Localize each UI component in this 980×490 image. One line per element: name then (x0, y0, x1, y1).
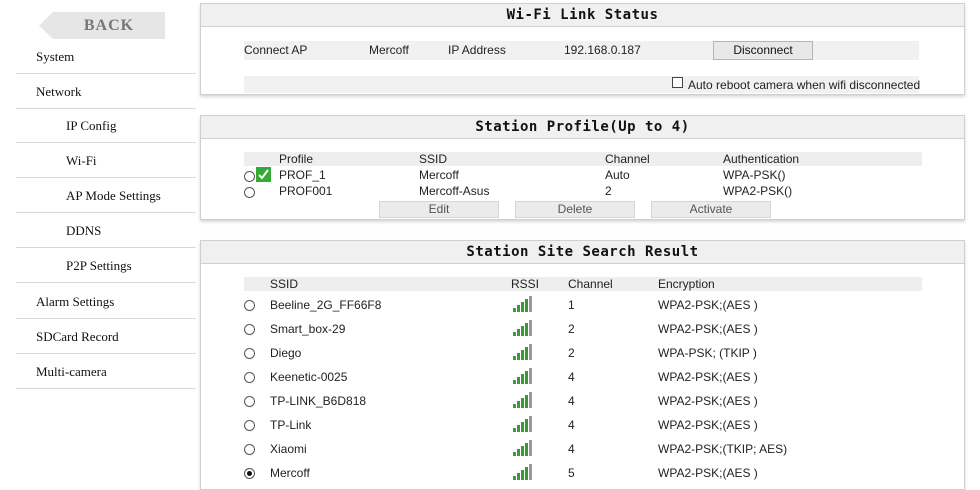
network-channel: 2 (568, 322, 575, 336)
profile-channel: 2 (605, 184, 612, 198)
sidebar-item-ddns[interactable]: DDNS (16, 214, 196, 248)
signal-strength-icon (513, 440, 535, 456)
network-ssid: TP-Link (270, 418, 312, 432)
network-channel: 1 (568, 298, 575, 312)
network-ssid: Mercoff (270, 466, 310, 480)
sidebar-item-alarm-settings[interactable]: Alarm Settings (16, 285, 196, 319)
channel-col-header: Channel (605, 152, 650, 166)
station-profile-title: Station Profile(Up to 4) (201, 116, 964, 139)
network-encryption: WPA2-PSK;(AES ) (658, 394, 758, 408)
signal-strength-icon (513, 464, 535, 480)
network-ssid: Diego (270, 346, 302, 360)
encryption-col-header: Encryption (658, 277, 715, 291)
network-ssid: TP-LINK_B6D818 (270, 394, 367, 408)
active-check-icon (256, 167, 271, 182)
authentication-col-header: Authentication (723, 152, 800, 166)
delete-button[interactable]: Delete (515, 201, 635, 218)
network-ssid: Beeline_2G_FF66F8 (270, 298, 382, 312)
profile-radio[interactable] (244, 187, 255, 198)
disconnect-button[interactable]: Disconnect (713, 41, 813, 60)
network-channel: 4 (568, 418, 575, 432)
ssid-col-header: SSID (419, 152, 448, 166)
signal-strength-icon (513, 368, 535, 384)
ip-address-label: IP Address (448, 43, 506, 57)
profile-radio[interactable] (244, 171, 255, 182)
network-encryption: WPA-PSK; (TKIP ) (658, 346, 757, 360)
network-select-radio[interactable] (244, 420, 255, 431)
network-channel: 4 (568, 370, 575, 384)
profile-name: PROF001 (279, 184, 333, 198)
sidebar-item-system[interactable]: System (16, 40, 196, 74)
sidebar-item-ip-config[interactable]: IP Config (16, 109, 196, 143)
network-ssid: Smart_box-29 (270, 322, 346, 336)
network-select-radio[interactable] (244, 348, 255, 359)
network-ssid: Xiaomi (270, 442, 307, 456)
network-select-radio[interactable] (244, 396, 255, 407)
network-select-radio[interactable] (244, 300, 255, 311)
signal-strength-icon (513, 344, 535, 360)
network-encryption: WPA2-PSK;(AES ) (658, 466, 758, 480)
profile-header-row (244, 152, 922, 166)
network-channel: 5 (568, 466, 575, 480)
network-select-radio[interactable] (244, 324, 255, 335)
wifi-link-status-panel: Wi-Fi Link Status Connect AP Mercoff IP … (200, 3, 965, 95)
profile-auth: WPA2-PSK() (723, 184, 793, 198)
sidebar: BACK System Network IP Config Wi-Fi AP M… (0, 0, 196, 482)
sidebar-item-multi-camera[interactable]: Multi-camera (16, 355, 196, 389)
signal-strength-icon (513, 296, 535, 312)
network-select-radio[interactable] (244, 444, 255, 455)
signal-strength-icon (513, 416, 535, 432)
ssid-col-header: SSID (270, 277, 299, 291)
channel-col-header: Channel (568, 277, 613, 291)
profile-ssid: Mercoff (419, 168, 459, 182)
signal-strength-icon (513, 392, 535, 408)
wifi-link-status-title: Wi-Fi Link Status (201, 4, 964, 27)
network-channel: 4 (568, 442, 575, 456)
sidebar-item-sdcard-record[interactable]: SDCard Record (16, 320, 196, 354)
profile-channel: Auto (605, 168, 630, 182)
back-button[interactable]: BACK (39, 12, 165, 39)
sidebar-item-wifi[interactable]: Wi-Fi (16, 144, 196, 178)
sidebar-item-p2p-settings[interactable]: P2P Settings (16, 249, 196, 283)
network-select-radio[interactable] (244, 468, 255, 479)
profile-col-header: Profile (279, 152, 314, 166)
profile-auth: WPA-PSK() (723, 168, 786, 182)
sidebar-item-network[interactable]: Network (16, 75, 196, 109)
network-channel: 2 (568, 346, 575, 360)
profile-ssid: Mercoff-Asus (419, 184, 490, 198)
station-profile-panel: Station Profile(Up to 4) Profile SSID Ch… (200, 115, 965, 220)
sidebar-item-ap-mode-settings[interactable]: AP Mode Settings (16, 179, 196, 213)
network-encryption: WPA2-PSK;(AES ) (658, 298, 758, 312)
network-select-radio[interactable] (244, 372, 255, 383)
rssi-col-header: RSSI (511, 277, 540, 291)
signal-strength-icon (513, 320, 535, 336)
site-search-panel: Station Site Search Result SSID RSSI Cha… (200, 240, 965, 490)
network-encryption: WPA2-PSK;(AES ) (658, 370, 758, 384)
connect-ap-label: Connect AP (244, 43, 308, 57)
activate-button[interactable]: Activate (651, 201, 771, 218)
network-encryption: WPA2-PSK;(AES ) (658, 418, 758, 432)
network-encryption: WPA2-PSK;(TKIP; AES) (658, 442, 788, 456)
network-channel: 4 (568, 394, 575, 408)
ip-address-value: 192.168.0.187 (564, 43, 641, 57)
auto-reboot-label: Auto reboot camera when wifi disconnecte… (688, 78, 921, 92)
edit-button[interactable]: Edit (379, 201, 499, 218)
network-encryption: WPA2-PSK;(AES ) (658, 322, 758, 336)
connect-ap-value: Mercoff (369, 43, 409, 57)
network-ssid: Keenetic-0025 (270, 370, 348, 384)
site-search-title: Station Site Search Result (201, 241, 964, 264)
profile-name: PROF_1 (279, 168, 326, 182)
auto-reboot-checkbox[interactable] (672, 77, 683, 88)
